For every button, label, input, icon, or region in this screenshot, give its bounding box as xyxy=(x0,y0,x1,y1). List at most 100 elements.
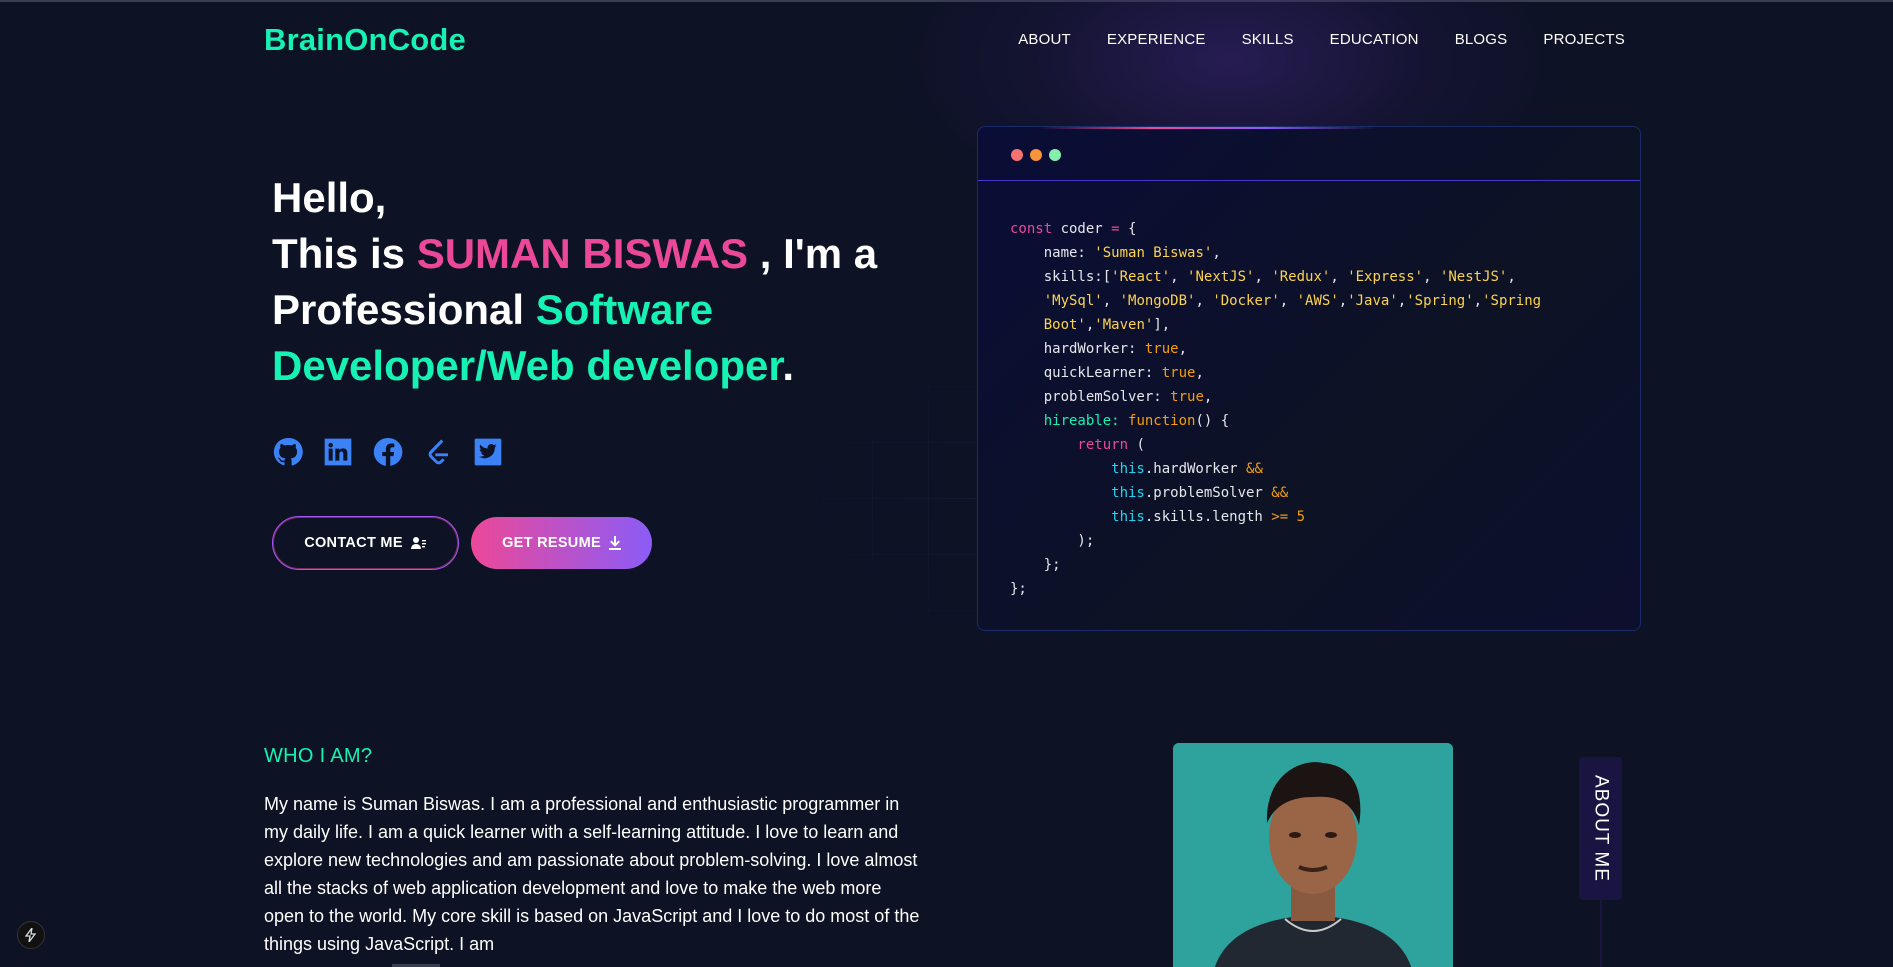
hero-professional: Professional xyxy=(272,286,536,333)
code-line: }; xyxy=(1010,553,1541,577)
code-token: this xyxy=(1010,509,1145,525)
code-token: 'MySql' xyxy=(1043,293,1103,309)
code-line: hardWorker: true, xyxy=(1010,337,1541,361)
titlebar-accent xyxy=(1038,127,1378,129)
code-token: name: xyxy=(1010,245,1095,261)
code-line: ); xyxy=(1010,529,1541,553)
code-token: { xyxy=(1128,221,1137,237)
code-line: this.problemSolver && xyxy=(1010,481,1541,505)
code-token: , xyxy=(1338,293,1348,309)
code-snippet: const coder = { name: 'Suman Biswas', sk… xyxy=(1010,217,1541,601)
code-token: , xyxy=(1423,269,1440,285)
code-token: function xyxy=(1128,413,1196,429)
window-dot-orange xyxy=(1030,149,1042,161)
code-line: this.hardWorker && xyxy=(1010,457,1541,481)
leetcode-icon[interactable] xyxy=(422,436,454,468)
code-token: >= xyxy=(1271,509,1297,525)
code-token: , xyxy=(1195,365,1204,381)
about-me-label: ABOUT ME xyxy=(1590,775,1612,882)
code-token: const xyxy=(1010,221,1061,237)
code-token: 'Redux' xyxy=(1271,269,1331,285)
code-token: , xyxy=(1473,293,1483,309)
code-token: Boot' xyxy=(1010,317,1086,333)
nav-about[interactable]: ABOUT xyxy=(1018,31,1071,48)
code-token: hireable: xyxy=(1010,413,1129,429)
top-border xyxy=(0,0,1893,2)
facebook-icon[interactable] xyxy=(372,436,404,468)
code-token: problemSolver: xyxy=(1010,389,1171,405)
code-token: true xyxy=(1170,389,1204,405)
code-token: 'NextJS' xyxy=(1187,269,1255,285)
code-token: , xyxy=(1507,269,1516,285)
nav-experience[interactable]: EXPERIENCE xyxy=(1107,31,1206,48)
bolt-icon[interactable] xyxy=(17,921,45,949)
code-token: && xyxy=(1271,485,1289,501)
get-resume-label: GET RESUME xyxy=(502,535,601,551)
nav-skills[interactable]: SKILLS xyxy=(1242,31,1294,48)
window-dot-green xyxy=(1049,149,1061,161)
code-token: }; xyxy=(1010,557,1061,573)
code-token: quickLearner: xyxy=(1010,365,1162,381)
code-token: skills:[ xyxy=(1010,269,1112,285)
code-token: = xyxy=(1111,221,1129,237)
window-dot-red xyxy=(1011,149,1023,161)
code-line: }; xyxy=(1010,577,1541,601)
code-token: 'Spring xyxy=(1482,293,1542,309)
code-token: , xyxy=(1330,269,1348,285)
twitter-icon[interactable] xyxy=(472,436,504,468)
code-token: .problemSolver xyxy=(1144,485,1272,501)
get-resume-button[interactable]: GET RESUME xyxy=(471,517,652,569)
about-paragraph: My name is Suman Biswas. I am a professi… xyxy=(264,794,920,954)
code-token: coder xyxy=(1060,221,1112,237)
nav-education[interactable]: EDUCATION xyxy=(1330,31,1419,48)
code-token: , xyxy=(1397,293,1407,309)
code-token: 'AWS' xyxy=(1296,293,1339,309)
user-contact-icon xyxy=(410,537,426,549)
code-token: this xyxy=(1010,485,1145,501)
nav-blogs[interactable]: BLOGS xyxy=(1455,31,1508,48)
about-me-tab[interactable]: ABOUT ME xyxy=(1579,757,1622,900)
about-tab-line xyxy=(1600,900,1602,967)
code-line: problemSolver: true, xyxy=(1010,385,1541,409)
code-token: , xyxy=(1178,341,1188,357)
code-line: hireable: function() { xyxy=(1010,409,1541,433)
code-token: , xyxy=(1170,269,1188,285)
code-token: , xyxy=(1203,389,1213,405)
code-token: 5 xyxy=(1296,509,1306,525)
code-token: 'Suman Biswas' xyxy=(1094,245,1213,261)
code-token: hardWorker: xyxy=(1010,341,1145,357)
who-i-am-heading: WHO I AM? xyxy=(264,745,373,767)
hero-name: SUMAN BISWAS xyxy=(416,230,749,277)
code-line: name: 'Suman Biswas', xyxy=(1010,241,1541,265)
code-line: skills:['React', 'NextJS', 'Redux', 'Exp… xyxy=(1010,265,1541,289)
code-token: true xyxy=(1144,341,1179,357)
code-line: return ( xyxy=(1010,433,1541,457)
code-token: 'MongoDB' xyxy=(1119,293,1196,309)
code-token: , xyxy=(1279,293,1297,309)
code-token: 'NestJS' xyxy=(1439,269,1508,285)
code-line: this.skills.length >= 5 xyxy=(1010,505,1541,529)
code-token: , xyxy=(1254,269,1272,285)
main-nav: ABOUT EXPERIENCE SKILLS EDUCATION BLOGS … xyxy=(1018,31,1625,48)
download-icon xyxy=(608,536,621,550)
code-token: .hardWorker xyxy=(1144,461,1247,477)
nav-projects[interactable]: PROJECTS xyxy=(1543,31,1625,48)
hero-hello: Hello, xyxy=(272,174,387,221)
brand-logo[interactable]: BrainOnCode xyxy=(264,22,466,58)
linkedin-icon[interactable] xyxy=(322,436,354,468)
code-token: this xyxy=(1010,461,1145,477)
code-token: , xyxy=(1102,293,1120,309)
code-line: 'MySql', 'MongoDB', 'Docker', 'AWS','Jav… xyxy=(1010,289,1541,313)
code-token: , xyxy=(1195,293,1213,309)
code-token: ); xyxy=(1010,533,1095,549)
code-token: 'Docker' xyxy=(1212,293,1280,309)
code-window-titlebar xyxy=(978,127,1640,181)
hero-intro-suffix: , I'm a xyxy=(748,230,878,277)
code-token: .skills.length xyxy=(1144,509,1272,525)
contact-me-button[interactable]: CONTACT ME xyxy=(272,516,459,570)
code-line: quickLearner: true, xyxy=(1010,361,1541,385)
github-icon[interactable] xyxy=(272,436,304,468)
code-token: , xyxy=(1212,245,1221,261)
window-dots xyxy=(1011,149,1061,161)
